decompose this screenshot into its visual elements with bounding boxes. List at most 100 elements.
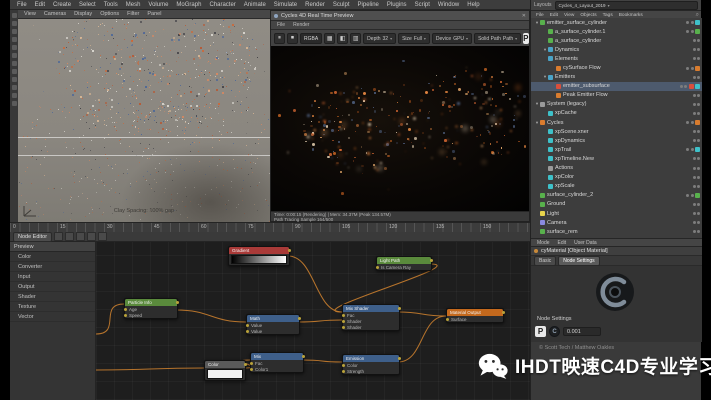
render-field-solid-path[interactable]: Solid PathPath▾ — [474, 33, 521, 44]
visibility-dot[interactable] — [697, 130, 700, 133]
tool-icon[interactable] — [12, 21, 17, 26]
tree-item-ground[interactable]: Ground — [531, 200, 702, 209]
tree-item-xpcolor[interactable]: xpColor — [531, 173, 702, 182]
tree-item-xpcache[interactable]: xpCache — [531, 109, 702, 118]
value-input[interactable]: 0.001 — [563, 327, 601, 336]
render-field-size[interactable]: SizeFull▾ — [398, 33, 430, 44]
tree-item-xpscale[interactable]: xpScale — [531, 182, 702, 191]
rows-view-icon[interactable]: ▥ — [350, 33, 361, 44]
render-menu-file[interactable]: File — [273, 22, 289, 28]
stop-button[interactable]: ⏹ — [287, 33, 298, 44]
node-editor-tab-node-editor[interactable]: Node Editor — [13, 232, 52, 242]
render-field-device[interactable]: DeviceGPU▾ — [432, 33, 472, 44]
node-category-input[interactable]: Input — [10, 272, 95, 282]
menubar-item-render[interactable]: Render — [301, 2, 329, 8]
input-port[interactable] — [124, 314, 127, 317]
node-toolbar-icon[interactable] — [65, 232, 74, 241]
channel-badge[interactable]: RGBA — [300, 33, 322, 44]
menubar-item-edit[interactable]: Edit — [31, 2, 49, 8]
output-port[interactable] — [176, 301, 179, 304]
render-canvas[interactable] — [271, 46, 529, 211]
tag-icon[interactable] — [695, 120, 700, 125]
output-port[interactable] — [502, 311, 505, 314]
tree-item-xpdynamics[interactable]: xpDynamics — [531, 136, 702, 145]
visibility-dot[interactable] — [697, 57, 700, 60]
visibility-dot[interactable] — [680, 85, 683, 88]
tree-item-surface-cylinder-2[interactable]: surface_cylinder_2 — [531, 191, 702, 200]
tool-icon[interactable] — [12, 61, 17, 66]
visibility-dot[interactable] — [693, 167, 696, 170]
tree-item-elements[interactable]: Elements — [531, 54, 702, 63]
node-gradient[interactable]: Gradient — [228, 246, 290, 266]
viewport-menu-options[interactable]: Options — [96, 11, 123, 17]
visibility-dot[interactable] — [697, 176, 700, 179]
menubar-item-animate[interactable]: Animate — [240, 2, 270, 8]
visibility-dot[interactable] — [686, 30, 689, 33]
output-port[interactable] — [398, 357, 401, 360]
visibility-dot[interactable] — [691, 121, 694, 124]
input-port[interactable] — [342, 364, 345, 367]
color-swatch[interactable] — [207, 369, 243, 379]
output-port[interactable] — [430, 259, 433, 262]
tree-item-peak-emitter-flow[interactable]: Peak Emitter Flow — [531, 91, 702, 100]
pause-button[interactable]: ⏸ — [274, 33, 285, 44]
tool-icon[interactable] — [12, 101, 17, 106]
attr-tab-node-settings[interactable]: Node Settings — [558, 256, 599, 266]
tool-icon[interactable] — [12, 85, 17, 90]
node-toolbar-icon[interactable] — [76, 232, 85, 241]
tree-item-system-legacy[interactable]: ▾System (legacy) — [531, 100, 702, 109]
visibility-dot[interactable] — [697, 94, 700, 97]
node-math[interactable]: MathValueValue — [246, 314, 300, 335]
node-category-texture[interactable]: Texture — [10, 302, 95, 312]
viewport[interactable]: Clay Spacing: 100% gap — [18, 19, 270, 222]
visibility-dot[interactable] — [693, 76, 696, 79]
node-category-output[interactable]: Output — [10, 282, 95, 292]
tree-item-light[interactable]: Light — [531, 209, 702, 218]
visibility-dot[interactable] — [686, 21, 689, 24]
tool-icon[interactable] — [12, 93, 17, 98]
node-mix[interactable]: MixFacColor1 — [250, 352, 304, 373]
node-emission[interactable]: EmissionColorStrength — [342, 354, 400, 375]
visibility-dot[interactable] — [691, 30, 694, 33]
input-port[interactable] — [342, 326, 345, 329]
visibility-dot[interactable] — [693, 230, 696, 233]
visibility-dot[interactable] — [697, 39, 700, 42]
input-port[interactable] — [250, 368, 253, 371]
menubar-item-file[interactable]: File — [13, 2, 31, 8]
visibility-dot[interactable] — [693, 176, 696, 179]
visibility-dot[interactable] — [693, 94, 696, 97]
render-field-depth[interactable]: Depth32▾ — [363, 33, 396, 44]
menubar-item-pipeline[interactable]: Pipeline — [354, 2, 383, 8]
attr-menu-mode[interactable]: Mode — [533, 240, 554, 246]
tool-icon[interactable] — [12, 53, 17, 58]
menubar-item-simulate[interactable]: Simulate — [270, 2, 301, 8]
render-menu-render[interactable]: Render — [289, 22, 313, 28]
attr-tab-basic[interactable]: Basic — [534, 256, 556, 266]
layout-dropdown[interactable]: Cycles_4_Layout_2019 ▾ — [555, 1, 698, 10]
split-view-icon[interactable]: ◧ — [337, 33, 348, 44]
input-port[interactable] — [246, 324, 249, 327]
menubar-item-create[interactable]: Create — [49, 2, 75, 8]
visibility-dot[interactable] — [693, 130, 696, 133]
tree-item-cysurface-flow[interactable]: cySurface Flow — [531, 63, 702, 72]
input-port[interactable] — [446, 318, 449, 321]
tag-icon[interactable] — [695, 147, 700, 152]
node-toolbar-icon[interactable] — [98, 232, 107, 241]
om-menu-bookmarks[interactable]: Bookmarks — [616, 13, 646, 18]
viewport-menu-cameras[interactable]: Cameras — [40, 11, 70, 17]
visibility-dot[interactable] — [684, 85, 687, 88]
visibility-dot[interactable] — [697, 103, 700, 106]
tool-icon[interactable] — [12, 77, 17, 82]
input-port[interactable] — [342, 314, 345, 317]
input-port[interactable] — [246, 330, 249, 333]
viewport-menu-view[interactable]: View — [20, 11, 40, 17]
visibility-dot[interactable] — [686, 121, 689, 124]
tag-icon[interactable] — [695, 29, 700, 34]
visibility-dot[interactable] — [693, 185, 696, 188]
node-color[interactable]: Color — [204, 360, 246, 381]
visibility-dot[interactable] — [691, 148, 694, 151]
visibility-dot[interactable] — [693, 39, 696, 42]
node-light-path[interactable]: Light PathIs Camera Ray — [376, 256, 432, 271]
menubar-item-character[interactable]: Character — [205, 2, 239, 8]
menubar-item-volume[interactable]: Volume — [144, 2, 172, 8]
